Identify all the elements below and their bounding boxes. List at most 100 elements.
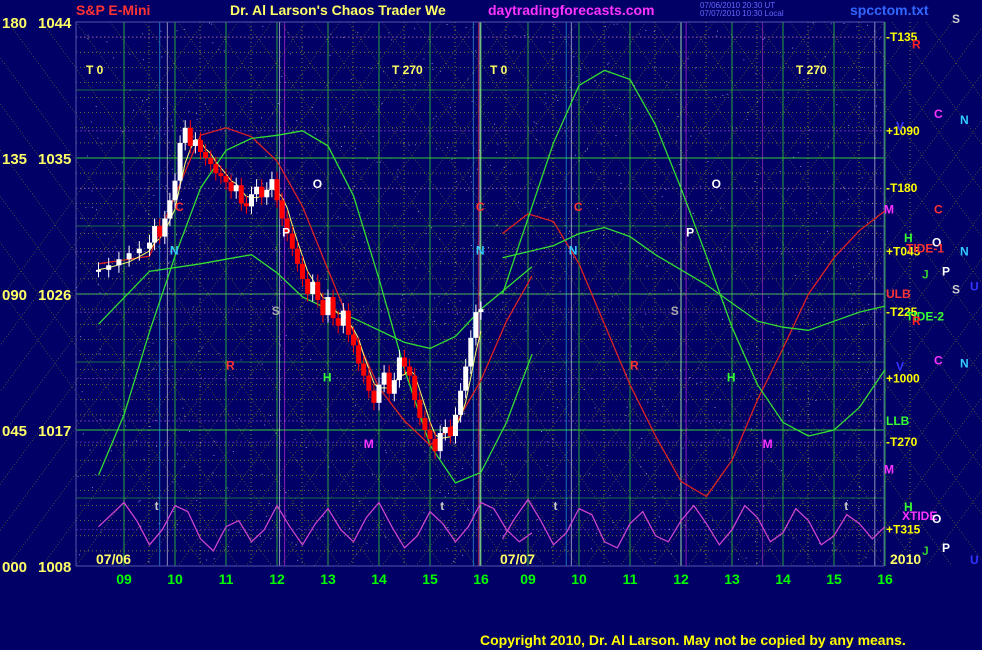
right-symbol: M xyxy=(884,462,894,476)
star-dot xyxy=(780,470,782,471)
star-dot xyxy=(467,508,469,510)
star-dot xyxy=(105,369,107,371)
star-dot xyxy=(81,391,83,393)
star-dot xyxy=(604,333,606,335)
price-bar xyxy=(187,127,193,146)
left-price-label: 1008 xyxy=(38,559,71,576)
star-dot xyxy=(172,481,174,483)
price-bar xyxy=(116,259,122,266)
star-dot xyxy=(512,514,514,516)
star-dot xyxy=(415,267,417,269)
price-bar xyxy=(177,142,183,181)
chart-marker: H xyxy=(323,371,332,385)
star-dot xyxy=(381,102,383,104)
star-dot xyxy=(212,42,214,44)
star-dot xyxy=(176,30,178,32)
star-dot xyxy=(622,527,624,529)
star-dot xyxy=(650,558,652,560)
price-bar xyxy=(427,430,433,440)
star-dot xyxy=(470,245,472,246)
star-dot xyxy=(707,161,709,162)
left-price-label: 1026 xyxy=(38,287,71,304)
star-dot xyxy=(277,103,279,104)
price-bar xyxy=(208,158,214,165)
star-dot xyxy=(795,387,797,389)
price-bar xyxy=(330,297,336,319)
star-dot xyxy=(297,559,299,561)
star-dot xyxy=(535,122,537,124)
star-dot xyxy=(337,216,339,218)
star-dot xyxy=(787,410,789,411)
x-hour-label: 13 xyxy=(320,571,336,587)
star-dot xyxy=(150,291,152,293)
star-dot xyxy=(679,164,681,165)
star-dot xyxy=(301,47,303,49)
x-hour-label: 09 xyxy=(116,571,132,587)
date-label-day2: 07/07 xyxy=(500,551,535,567)
star-dot xyxy=(182,407,184,409)
right-symbol: P xyxy=(942,541,950,555)
star-dot xyxy=(631,118,633,120)
star-dot xyxy=(96,209,97,211)
star-dot xyxy=(229,374,231,376)
star-dot xyxy=(793,209,795,211)
star-dot xyxy=(750,395,752,397)
star-dot xyxy=(149,426,151,427)
star-dot xyxy=(171,119,172,121)
chart-marker: R xyxy=(630,359,639,373)
star-dot xyxy=(444,323,446,324)
star-dot xyxy=(545,102,547,104)
star-dot xyxy=(557,100,559,101)
star-dot xyxy=(322,515,324,517)
star-dot xyxy=(168,141,170,143)
right-level-label: -T270 xyxy=(886,435,918,449)
star-dot xyxy=(422,403,424,405)
star-dot xyxy=(259,329,261,331)
star-dot xyxy=(877,531,879,532)
price-bar xyxy=(396,357,402,381)
star-dot xyxy=(787,92,789,94)
star-dot xyxy=(843,187,844,189)
star-dot xyxy=(446,548,448,550)
star-dot xyxy=(641,438,643,439)
star-dot xyxy=(471,454,473,456)
star-dot xyxy=(341,146,342,147)
star-dot xyxy=(587,148,588,150)
star-dot xyxy=(868,303,870,305)
star-dot xyxy=(459,300,461,302)
star-dot xyxy=(89,449,91,451)
star-dot xyxy=(662,405,664,407)
price-bar xyxy=(356,345,362,364)
star-dot xyxy=(438,296,440,298)
star-dot xyxy=(797,151,799,153)
star-dot xyxy=(676,140,678,142)
star-dot xyxy=(606,298,608,300)
star-dot xyxy=(381,523,383,525)
star-dot xyxy=(646,265,648,267)
star-dot xyxy=(223,50,225,52)
star-dot xyxy=(652,259,654,261)
star-dot xyxy=(503,166,505,168)
site-name[interactable]: daytradingforecasts.com xyxy=(488,2,655,18)
star-dot xyxy=(213,558,215,560)
star-dot xyxy=(82,433,84,435)
star-dot xyxy=(543,371,545,373)
star-dot xyxy=(823,317,825,319)
star-dot xyxy=(787,189,789,191)
star-dot xyxy=(465,27,467,29)
star-dot xyxy=(842,201,844,203)
price-bar xyxy=(412,375,418,400)
star-dot xyxy=(590,548,592,550)
x-hour-label: 16 xyxy=(877,571,893,587)
star-dot xyxy=(607,63,609,65)
star-dot xyxy=(746,119,748,120)
star-dot xyxy=(816,212,818,214)
chart-marker: S xyxy=(671,304,679,318)
star-dot xyxy=(414,84,416,86)
star-dot xyxy=(285,515,287,517)
star-dot xyxy=(360,212,362,214)
star-dot xyxy=(289,53,291,55)
price-bar xyxy=(218,173,224,177)
star-dot xyxy=(834,549,836,551)
star-dot xyxy=(549,41,551,43)
